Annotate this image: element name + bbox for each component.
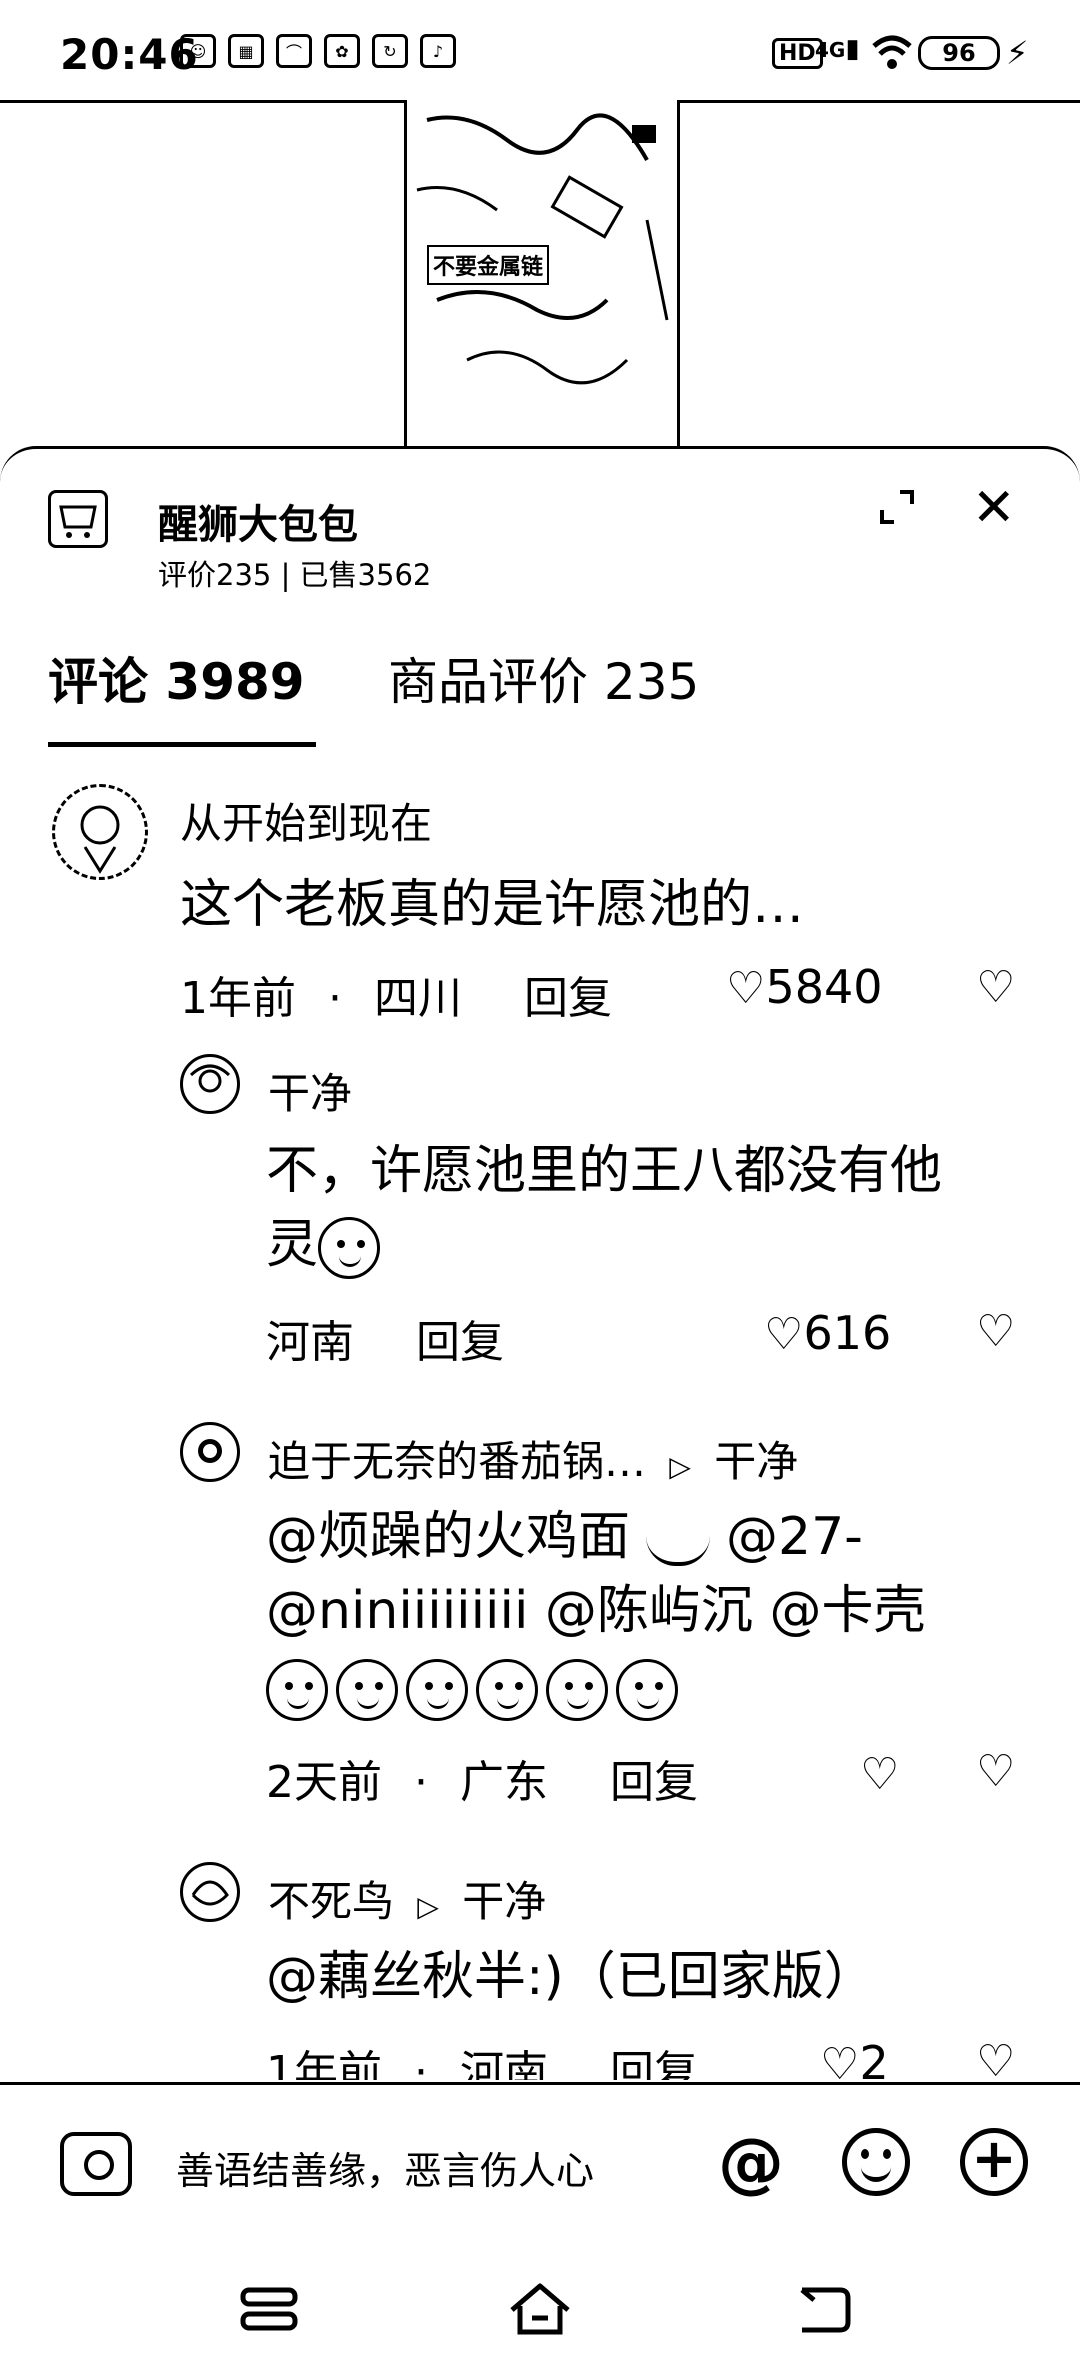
back-icon[interactable] — [796, 2284, 854, 2336]
like-button[interactable]: ♡5840 — [726, 960, 883, 1014]
avatar[interactable] — [180, 1422, 240, 1482]
video-caption: 不要金属链 — [427, 245, 550, 285]
emoji-icon — [616, 1659, 678, 1721]
broken-heart-icon[interactable]: ♡ — [976, 2036, 1015, 2080]
like-count: 5840 — [765, 960, 883, 1014]
menu-icon[interactable] — [240, 2286, 298, 2336]
expand-icon[interactable] — [878, 488, 916, 526]
reply-to-username[interactable]: 干净 — [714, 1437, 798, 1486]
home-icon[interactable] — [506, 2280, 574, 2338]
reply-button[interactable]: 回复 — [610, 2047, 698, 2080]
heart-icon: ♡ — [820, 2039, 860, 2080]
shop-name[interactable]: 醒狮大包包 — [158, 492, 358, 550]
comment-text[interactable]: @烦躁的火鸡面 @27- — [266, 1502, 863, 1572]
comment-location: 河南 — [266, 1317, 354, 1368]
reply-button[interactable]: 回复 — [416, 1317, 504, 1368]
status-time: 20:46 — [60, 30, 199, 79]
comment-input[interactable]: 善语结善缘，恶言伤人心 — [176, 2140, 594, 2195]
reply-button[interactable]: 回复 — [610, 1757, 698, 1808]
avatar[interactable] — [180, 1054, 240, 1114]
emoji-row — [266, 1652, 686, 1722]
comment-username[interactable]: 迫于无奈的番茄锅… — [268, 1437, 646, 1486]
notification-icon: ✿ — [324, 34, 360, 68]
comment-time: 1年前 — [266, 2047, 382, 2080]
emoji-icon[interactable] — [842, 2128, 910, 2196]
at-icon[interactable]: @ — [718, 2124, 784, 2201]
comment-text[interactable]: @藕丝秋半:)（已回家版） — [266, 1942, 876, 2012]
comment-location: 广东 — [460, 1757, 548, 1808]
avatar[interactable] — [180, 1862, 240, 1922]
reply-arrow-icon: ▷ — [669, 1450, 691, 1483]
emoji-icon — [318, 1217, 381, 1279]
comment-text-continued[interactable]: 灵 — [266, 1210, 388, 1280]
comment-username-line: 迫于无奈的番茄锅… ▷ 干净 — [268, 1428, 798, 1489]
comment-meta: 河南 回复 — [266, 1306, 504, 1370]
plus-icon[interactable]: + — [960, 2128, 1028, 2196]
comment-text[interactable]: 不，许愿池里的王八都没有他 — [266, 1136, 942, 1206]
video-preview[interactable]: 不要金属链 — [404, 100, 680, 460]
broken-heart-icon[interactable]: ♡ — [976, 962, 1015, 1013]
notification-icon: ↻ — [372, 34, 408, 68]
notification-icon: ⌒ — [276, 34, 312, 68]
notification-icon: ♪ — [420, 34, 456, 68]
charging-icon: ⚡ — [1006, 34, 1029, 72]
tab-comments[interactable]: 评论 3989 — [48, 642, 305, 714]
comment-meta: 1年前 · 河南 回复 — [266, 2036, 698, 2080]
comment-time: 1年前 — [180, 973, 296, 1024]
comment-username[interactable]: 从开始到现在 — [180, 790, 432, 851]
heart-icon: ♡ — [726, 963, 766, 1014]
comment-username[interactable]: 干净 — [268, 1060, 352, 1121]
comment-location: 河南 — [460, 2047, 548, 2080]
heart-icon: ♡ — [764, 1309, 804, 1360]
cart-icon[interactable] — [48, 490, 108, 548]
emoji-icon — [266, 1659, 328, 1721]
comment-text[interactable]: 这个老板真的是许愿池的… — [180, 870, 804, 940]
comment-meta: 1年前 · 四川 回复 — [180, 973, 612, 1024]
noodle-emoji-icon — [646, 1514, 711, 1566]
emoji-icon — [406, 1659, 468, 1721]
broken-heart-icon[interactable]: ♡ — [976, 1746, 1015, 1797]
close-icon[interactable]: ✕ — [972, 482, 1016, 534]
notification-icons: ☺ ▦ ⌒ ✿ ↻ ♪ — [180, 34, 456, 68]
comment-text-continued[interactable]: @niniiiiiiiii @陈屿沉 @卡壳 — [266, 1576, 925, 1646]
comment-username[interactable]: 不死鸟 — [268, 1877, 394, 1926]
notification-icon: ☺ — [180, 34, 216, 68]
emoji-icon — [476, 1659, 538, 1721]
battery-icon: 96 — [918, 36, 1000, 70]
heart-icon: ♡ — [860, 1749, 900, 1800]
comment-username-line: 不死鸟 ▷ 干净 — [268, 1868, 546, 1929]
notification-icon: ▦ — [228, 34, 264, 68]
emoji-icon — [336, 1659, 398, 1721]
reply-button[interactable]: 回复 — [524, 973, 612, 1024]
active-tab-indicator — [48, 742, 316, 747]
comment-location: 四川 — [374, 973, 462, 1024]
like-button[interactable]: ♡ — [860, 1746, 899, 1800]
like-button[interactable]: ♡2 — [820, 2036, 889, 2080]
like-count: 616 — [803, 1306, 892, 1360]
emoji-icon — [546, 1659, 608, 1721]
tab-product-reviews[interactable]: 商品评价 235 — [388, 642, 699, 714]
avatar[interactable] — [52, 784, 148, 880]
reply-to-username[interactable]: 干净 — [462, 1877, 546, 1926]
reply-arrow-icon: ▷ — [417, 1890, 439, 1923]
camera-icon[interactable] — [60, 2132, 132, 2196]
comment-meta: 2天前 · 广东 回复 — [266, 1757, 698, 1808]
comment-time: 2天前 — [266, 1757, 382, 1808]
network-signal-icon: 4G▮ — [815, 34, 860, 64]
like-button[interactable]: ♡616 — [764, 1306, 891, 1360]
shop-stats: 评价235 | 已售3562 — [158, 558, 432, 592]
like-count: 2 — [859, 2036, 889, 2080]
wifi-icon — [872, 35, 912, 69]
broken-heart-icon[interactable]: ♡ — [976, 1306, 1015, 1357]
